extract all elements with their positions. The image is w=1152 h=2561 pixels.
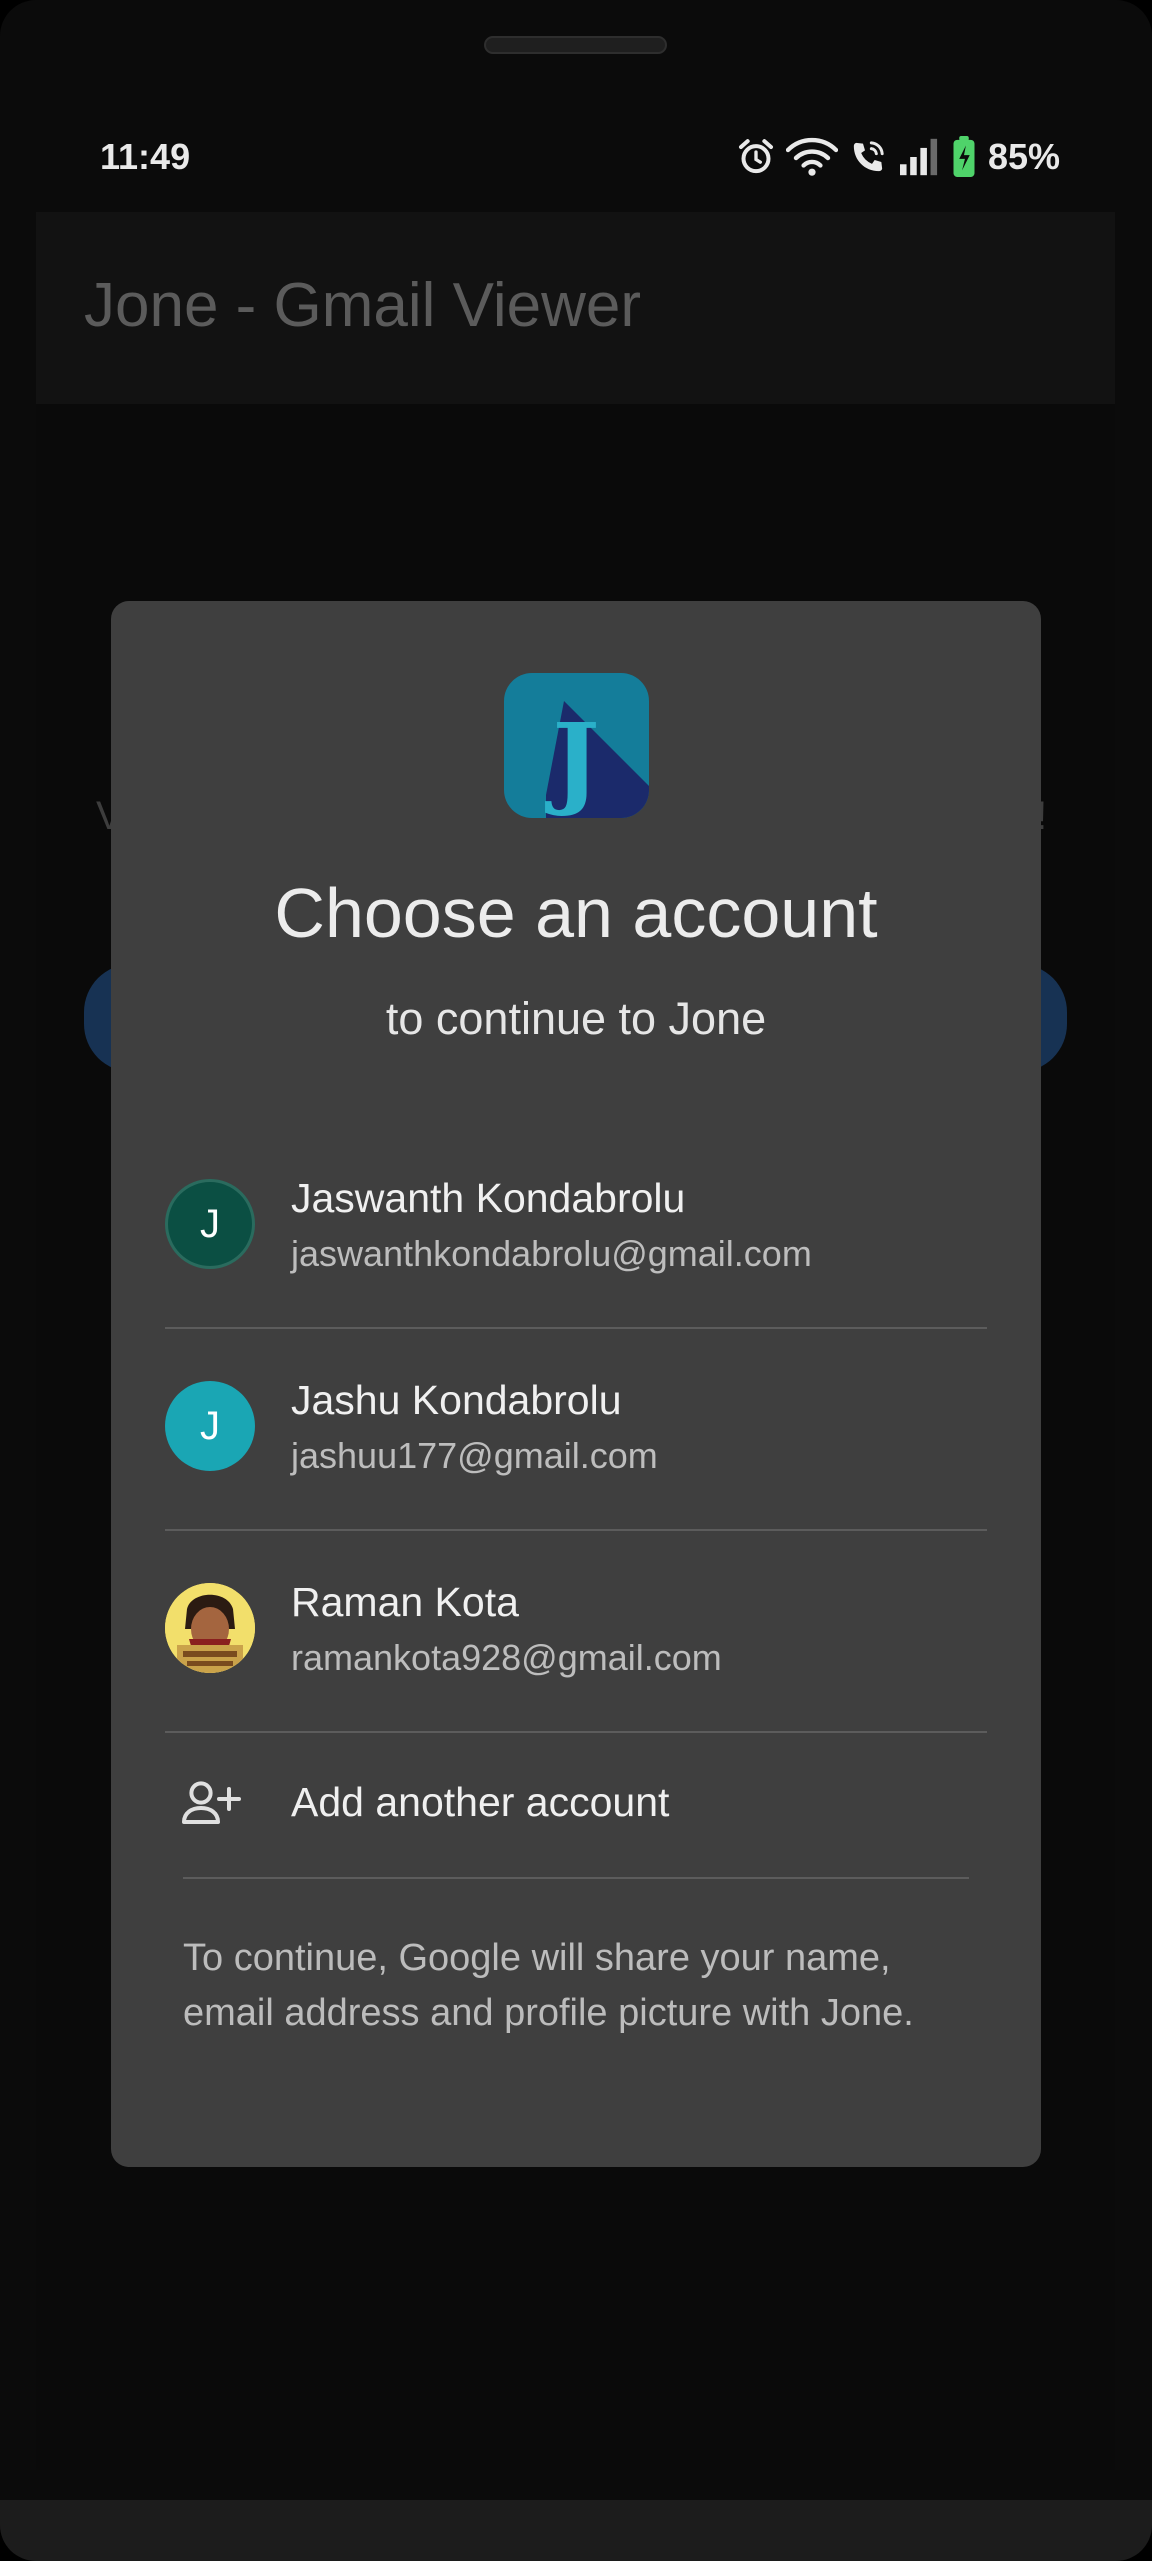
bottom-bezel	[0, 2500, 1152, 2561]
account-name: Jashu Kondabrolu	[291, 1377, 622, 1423]
phone-frame: 11:49 85% Jone - Gmail Viewer V ! J Choo…	[0, 0, 1152, 2561]
dialog-subtitle: to continue to Jone	[385, 993, 767, 1044]
account-name: Raman Kota	[291, 1579, 519, 1625]
earpiece-speaker	[484, 36, 667, 54]
alarm-icon	[736, 137, 776, 177]
battery-charging-icon	[952, 136, 976, 178]
account-name: Jaswanth Kondabrolu	[291, 1175, 686, 1221]
add-another-account-button[interactable]: Add another account	[165, 1731, 987, 1877]
account-row-jashu[interactable]: J Jashu Kondabrolu jashuu177@gmail.com	[165, 1331, 987, 1531]
account-row-raman[interactable]: Raman Kota ramankota928@gmail.com	[165, 1533, 987, 1733]
avatar: J	[165, 1381, 255, 1471]
app-title: Jone - Gmail Viewer	[84, 271, 642, 340]
wifi-icon	[785, 137, 838, 177]
choose-account-dialog: J Choose an account to continue to Jone …	[111, 601, 1041, 2167]
battery-percentage: 85%	[987, 136, 1060, 177]
status-icons: 85%	[736, 132, 1060, 182]
app-icon-letter: J	[544, 701, 599, 818]
signal-icon	[898, 137, 942, 177]
status-time: 11:49	[100, 136, 191, 177]
wifi-calling-icon	[848, 137, 888, 177]
account-email: jashuu177@gmail.com	[291, 1435, 658, 1476]
jone-app-icon: J	[504, 673, 649, 818]
divider	[183, 1877, 969, 1879]
add-account-label: Add another account	[291, 1779, 670, 1825]
dialog-title: Choose an account	[274, 874, 878, 952]
account-email: jaswanthkondabrolu@gmail.com	[291, 1233, 812, 1274]
status-bar: 11:49 85%	[0, 120, 1152, 198]
avatar-initial: J	[200, 1201, 220, 1246]
avatar-initial: J	[200, 1403, 220, 1448]
sharing-disclaimer: To continue, Google will share your name…	[183, 1937, 914, 2034]
avatar-photo	[165, 1583, 255, 1673]
account-row-jaswanth[interactable]: J Jaswanth Kondabrolu jaswanthkondabrolu…	[165, 1129, 987, 1329]
account-email: ramankota928@gmail.com	[291, 1637, 722, 1678]
app-bar: Jone - Gmail Viewer	[36, 212, 1115, 404]
avatar: J	[165, 1179, 255, 1269]
add-person-icon	[181, 1779, 241, 1832]
